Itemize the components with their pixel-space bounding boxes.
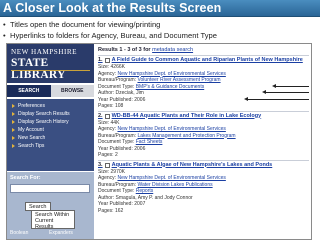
expanders-link[interactable]: Expanders — [49, 230, 73, 236]
bureau-label: Bureau/Program: — [98, 77, 137, 83]
doc-type-label: Document Type: — [98, 188, 135, 194]
nav-item-display-history[interactable]: Display Search History — [12, 118, 94, 126]
result-title-link[interactable]: A Field Guide to Common Aquatic and Ripa… — [112, 57, 303, 64]
doc-type-label: Document Type: — [98, 139, 135, 145]
bullet-icon: • — [3, 20, 6, 29]
bullet-text: Titles open the document for viewing/pri… — [10, 20, 161, 29]
result-record: 2. WD-BB-44 Aquatic Plants and Their Rol… — [98, 110, 309, 159]
result-title-row: 3. Aquatic Plants & Algae of New Hampshi… — [98, 162, 309, 169]
result-number: 3. — [98, 161, 103, 168]
nav-item-preferences[interactable]: Preferences — [12, 102, 94, 110]
select-checkbox[interactable] — [104, 113, 110, 119]
doc-type-link[interactable]: BMP's & Guidance Documents — [136, 84, 204, 90]
arrow-icon — [12, 112, 15, 116]
select-checkbox[interactable] — [104, 162, 110, 168]
nav-item-label: Display Search History — [18, 119, 69, 125]
tab-search[interactable]: SEARCH — [7, 85, 51, 97]
doc-type-link[interactable]: Fact Sheets — [136, 139, 163, 145]
nav-item-label: Display Search Results — [18, 111, 70, 117]
nav-item-search-tips[interactable]: Search Tips — [12, 142, 94, 150]
logo-rule — [11, 70, 90, 71]
results-query-link[interactable]: metadata search — [152, 47, 193, 53]
slide-title-bar: A Closer Look at the Results Screen — [0, 0, 320, 17]
bureau-label: Bureau/Program: — [98, 181, 137, 188]
nav-item-label: Search Tips — [18, 143, 45, 149]
logo-line-2: STATE LIBRARY — [11, 57, 66, 81]
callout-arrow-bureau — [262, 90, 309, 94]
results-count: Results 1 - 3 of 3 for — [98, 47, 151, 53]
boolean-label: Boolean — [10, 230, 29, 236]
state-library-logo: NEW HAMPSHIRE STATE LIBRARY — [7, 44, 94, 83]
callout-arrow-doctype — [244, 97, 309, 101]
slide-title: A Closer Look at the Results Screen — [3, 1, 222, 15]
bureau-link[interactable]: Lakes Management and Protection Program — [137, 133, 235, 139]
bullet-item: • Hyperlinks to folders for Agency, Burea… — [3, 30, 319, 41]
side-nav: Preferences Display Search Results Displ… — [7, 99, 94, 171]
result-number: 1. — [98, 57, 103, 63]
tab-bar: SEARCH BROWSE — [7, 85, 94, 97]
result-pages: Pages: 2 — [98, 152, 118, 158]
agency-label: Agency: — [98, 70, 117, 77]
result-number: 2. — [98, 112, 103, 119]
result-title-row: 2. WD-BB-44 Aquatic Plants and Their Rol… — [98, 113, 309, 120]
nav-item-label: New Search — [18, 135, 46, 141]
result-pages: Pages: 162 — [98, 207, 124, 214]
slide-bullets: • Titles open the document for viewing/pr… — [3, 19, 319, 41]
bureau-label: Bureau/Program: — [98, 132, 137, 139]
bullet-item: • Titles open the document for viewing/pr… — [3, 19, 319, 30]
bullet-icon: • — [3, 31, 6, 40]
nav-item-new-search[interactable]: New Search — [12, 134, 94, 142]
result-title-link[interactable]: Aquatic Plants & Algae of New Hampshire'… — [112, 162, 273, 169]
result-pages: Pages: 108 — [98, 103, 124, 109]
agency-label: Agency: — [98, 175, 117, 181]
search-input[interactable] — [10, 184, 90, 193]
results-screenshot: NEW HAMPSHIRE STATE LIBRARY SEARCH BROWS… — [6, 43, 312, 240]
arrow-icon — [12, 104, 15, 108]
result-title-link[interactable]: WD-BB-44 Aquatic Plants and Their Role i… — [112, 113, 262, 120]
result-record: 3. Aquatic Plants & Algae of New Hampshi… — [98, 159, 309, 215]
search-within-callout: Search Within Current Results — [31, 210, 75, 230]
logo-line-1: NEW HAMPSHIRE — [11, 48, 78, 56]
arrow-icon — [12, 136, 15, 140]
bureau-link[interactable]: Volunteer River Assessment Program — [137, 77, 220, 83]
agency-link[interactable]: New Hampshire Dept. of Environmental Ser… — [117, 175, 225, 181]
results-header: Results 1 - 3 of 3 for metadata search — [98, 46, 309, 54]
nav-item-display-results[interactable]: Display Search Results — [12, 110, 94, 118]
search-for-label: Search For: — [10, 175, 41, 181]
nav-item-label: My Account — [18, 127, 44, 133]
agency-link[interactable]: New Hampshire Dept. of Environmental Ser… — [117, 71, 225, 77]
doc-type-label: Document Type: — [98, 83, 135, 90]
arrow-icon — [12, 120, 15, 124]
agency-link[interactable]: New Hampshire Dept. of Environmental Ser… — [117, 126, 225, 132]
tab-browse[interactable]: BROWSE — [50, 85, 94, 97]
results-panel: Results 1 - 3 of 3 for metadata search 1… — [95, 44, 311, 239]
arrow-icon — [12, 128, 15, 132]
result-record: 1. A Field Guide to Common Aquatic and R… — [98, 55, 309, 110]
callout-arrow-agency — [272, 84, 309, 88]
agency-label: Agency: — [98, 126, 117, 132]
result-title-row: 1. A Field Guide to Common Aquatic and R… — [98, 57, 309, 64]
nav-item-label: Preferences — [18, 103, 45, 109]
bullet-text: Hyperlinks to folders for Agency, Bureau… — [10, 31, 217, 40]
select-checkbox[interactable] — [104, 58, 110, 63]
doc-type-link[interactable]: Reports — [136, 188, 154, 194]
arrow-icon — [12, 144, 15, 148]
bureau-link[interactable]: Water Division Lakes Publications — [137, 182, 212, 188]
nav-item-my-account[interactable]: My Account — [12, 126, 94, 134]
